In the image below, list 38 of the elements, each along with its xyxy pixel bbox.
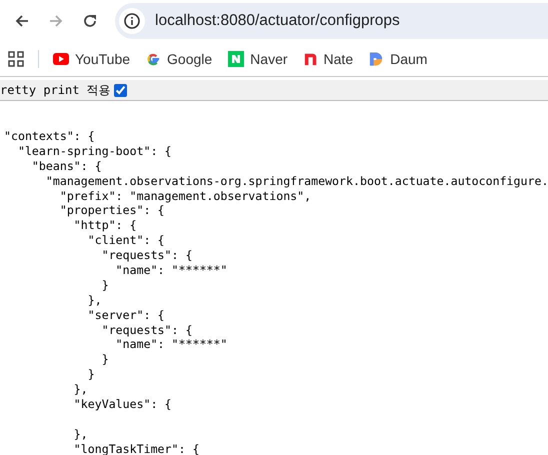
json-line: } <box>86 367 95 382</box>
json-line: "http": { <box>72 218 137 232</box>
json-line: "name": "******" <box>114 337 228 352</box>
pretty-print-label: retty print 적용 <box>0 82 111 98</box>
json-line: "contexts": { <box>4 129 95 143</box>
json-line: "management.observations-org.springframework.boot.actuate.autoconfigure. <box>44 174 548 188</box>
json-line: "properties": { <box>58 203 165 218</box>
json-line: }, <box>86 292 102 307</box>
n-arch-icon <box>304 51 318 67</box>
reload-icon[interactable] <box>82 13 98 29</box>
json-line: "requests": { <box>100 248 192 262</box>
apps-grid-icon[interactable] <box>8 51 24 67</box>
json-line: "name": "******" <box>114 263 228 278</box>
json-line: "prefix": "management.observations", <box>58 188 312 203</box>
address-bar[interactable]: localhost:8080/actuator/configprops <box>115 3 548 39</box>
bookmark[interactable]: Google <box>146 51 212 67</box>
pretty-print-checkbox[interactable] <box>114 84 127 96</box>
json-line: }, <box>72 382 88 396</box>
json-line: }, <box>72 426 88 441</box>
json-line: "keyValues": { <box>72 397 172 412</box>
d-logo-icon <box>369 51 384 67</box>
n-square-icon <box>228 51 244 67</box>
json-line: } <box>100 278 109 292</box>
g-logo-icon <box>146 52 162 66</box>
json-line: "beans": { <box>30 158 102 173</box>
bookmark[interactable]: Naver <box>228 51 288 67</box>
bookmark[interactable]: YouTube <box>53 51 130 67</box>
bookmark[interactable]: Nate <box>304 51 354 67</box>
json-line: "longTaskTimer": { <box>72 442 200 455</box>
info-icon[interactable] <box>119 8 145 34</box>
json-line: "client": { <box>86 233 165 248</box>
json-line: "learn-spring-boot": { <box>16 144 172 158</box>
json-line: "server": { <box>86 308 165 322</box>
back-icon[interactable] <box>14 13 30 29</box>
json-line: "requests": { <box>100 322 192 337</box>
bookmark[interactable]: Daum <box>369 51 428 67</box>
json-line: } <box>100 352 109 366</box>
play-logo-icon <box>53 53 69 65</box>
